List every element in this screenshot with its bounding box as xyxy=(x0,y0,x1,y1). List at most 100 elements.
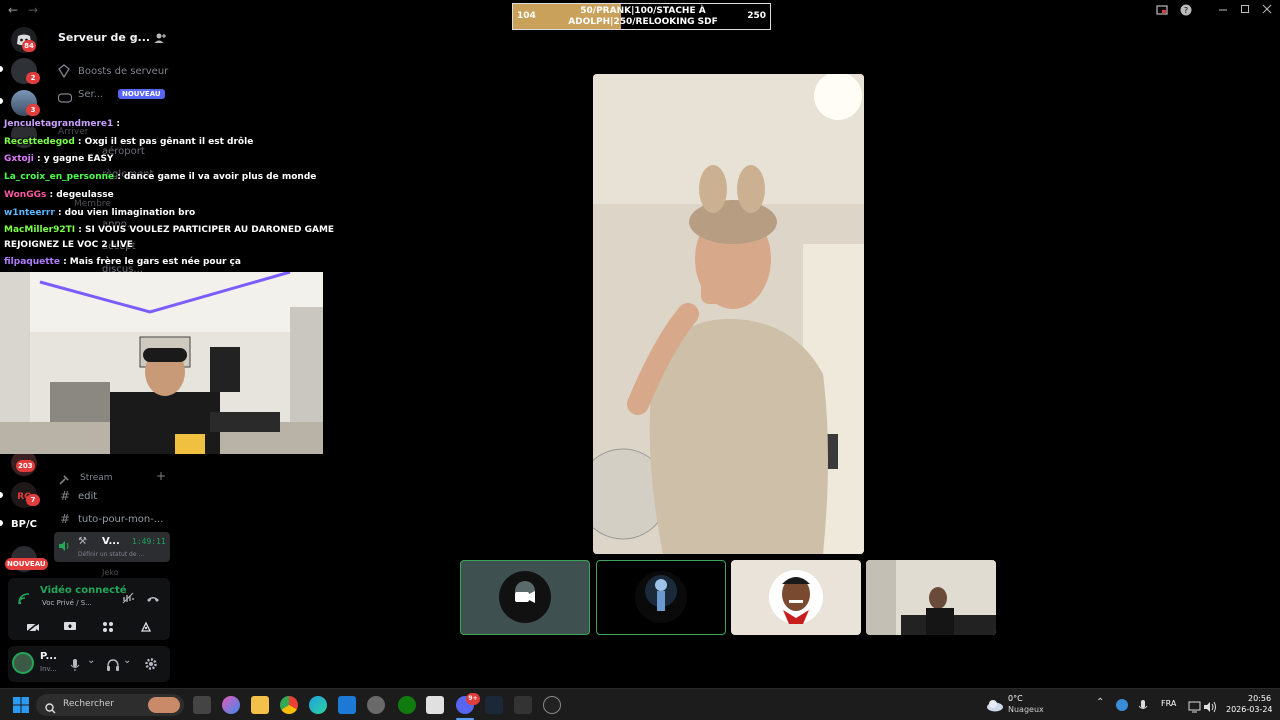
tray-app-icon[interactable] xyxy=(1116,699,1128,711)
help-icon[interactable]: ? xyxy=(1180,4,1192,19)
language-indicator[interactable]: FRA xyxy=(1161,699,1176,708)
screen-share-icon[interactable] xyxy=(1156,4,1168,19)
channel-tuto[interactable]: tuto-pour-mon-... xyxy=(78,514,163,525)
voice-location[interactable]: Voc Privé / S... xyxy=(42,599,92,607)
chat-text: : y gagne EASY xyxy=(33,154,114,164)
chat-message: Recettedegod : Oxgi il est pas gênant il… xyxy=(4,137,253,147)
task-view-icon[interactable] xyxy=(193,696,211,714)
hammer-icon xyxy=(58,471,70,490)
server-shop-link[interactable]: Ser... xyxy=(78,89,103,100)
chat-text: : SI VOUS VOULEZ PARTICIPER AU DARONED G… xyxy=(75,225,335,235)
close-button[interactable] xyxy=(1262,4,1272,17)
voice-channel-item[interactable]: ⚒ V... 1:49:11 Définir un statut de ... xyxy=(54,532,170,562)
username: P... xyxy=(40,651,57,662)
chat-username: Gxtoji xyxy=(4,154,34,164)
chevron-down-icon[interactable]: ⌄ xyxy=(87,655,95,666)
gamepad-icon xyxy=(57,88,73,107)
voice-timer: 1:49:11 xyxy=(132,537,166,546)
chat-username: Jenculetagrandmere1 xyxy=(4,119,114,129)
app-icon[interactable] xyxy=(514,696,532,714)
svg-text:?: ? xyxy=(1184,6,1188,15)
goal-end-value: 250 xyxy=(747,11,766,21)
microphone-tray-icon[interactable] xyxy=(1138,698,1148,717)
unread-pill xyxy=(0,520,3,526)
disconnect-icon[interactable] xyxy=(146,589,160,608)
back-button[interactable]: ← xyxy=(8,3,18,17)
chat-text: REJOIGNEZ LE VOC 2 LIVE xyxy=(4,240,133,250)
add-channel-icon[interactable]: + xyxy=(156,469,166,483)
boost-icon xyxy=(58,63,70,82)
gear-icon[interactable] xyxy=(144,656,158,675)
microphone-icon[interactable] xyxy=(70,657,80,676)
chat-username: MacMiller92TI xyxy=(4,225,76,235)
chat-message: Gxtoji : y gagne EASY xyxy=(4,154,113,164)
mail-icon[interactable] xyxy=(338,696,356,714)
forward-button[interactable]: → xyxy=(28,3,38,17)
voice-member[interactable]: Jeko xyxy=(102,568,119,577)
chat-message: MacMiller92TI : SI VOUS VOULEZ PARTICIPE… xyxy=(4,225,334,235)
settings-icon[interactable] xyxy=(367,696,385,714)
server-header[interactable]: Serveur de g... ⌄ xyxy=(48,22,176,54)
streamer-webcam xyxy=(0,272,323,454)
hashtag-icon: # xyxy=(60,489,71,503)
donation-goal-bar: 104 50/PRANK|100/STACHE À ADOLPH|250/REL… xyxy=(512,3,771,30)
chat-username: w1nteerrr xyxy=(4,208,55,218)
voice-connected-label: Vidéo connecté xyxy=(40,585,127,596)
unread-pill xyxy=(0,492,3,498)
noise-suppression-icon[interactable] xyxy=(122,589,134,608)
unread-pill xyxy=(0,98,3,104)
participant-tile-3[interactable] xyxy=(731,560,861,635)
clock-time[interactable]: 20:56 xyxy=(1248,694,1271,703)
unread-pill xyxy=(0,66,3,72)
obs-icon[interactable] xyxy=(543,696,561,714)
activities-icon[interactable] xyxy=(102,618,114,637)
weather-temp[interactable]: 0°C xyxy=(1008,694,1023,703)
clock-date[interactable]: 2026-03-24 xyxy=(1226,705,1273,714)
chat-username: La_croix_en_personne xyxy=(4,172,115,182)
steam-icon[interactable] xyxy=(485,696,503,714)
voice-connection-panel: Vidéo connecté Voc Privé / S... xyxy=(8,578,170,640)
user-status: Inv... xyxy=(40,665,57,673)
server-boosts-link[interactable]: Boosts de serveur xyxy=(78,66,168,77)
chrome-icon[interactable] xyxy=(280,696,298,714)
server-icon-bpc[interactable]: BP/C xyxy=(11,512,37,538)
camera-off-icon[interactable] xyxy=(26,618,40,637)
server-badge: 2 xyxy=(26,72,40,84)
avatar[interactable] xyxy=(12,652,34,674)
headphones-icon[interactable] xyxy=(106,657,120,676)
copilot-icon[interactable] xyxy=(222,696,240,714)
chevron-up-icon[interactable]: ⌃ xyxy=(1096,697,1104,708)
category-stream[interactable]: Stream xyxy=(80,473,113,483)
main-video-stream[interactable] xyxy=(593,74,864,554)
windows-start-icon[interactable] xyxy=(13,697,29,717)
chevron-down-icon[interactable]: ⌄ xyxy=(123,655,131,666)
soundboard-icon[interactable] xyxy=(140,618,152,637)
weather-desc[interactable]: Nuageux xyxy=(1008,705,1044,714)
channel-edit[interactable]: edit xyxy=(78,491,97,502)
invite-member-icon[interactable] xyxy=(153,30,167,49)
server-badge: 7 xyxy=(26,494,40,506)
file-explorer-icon[interactable] xyxy=(251,696,269,714)
chat-text: : dou vien limagination bro xyxy=(54,208,196,218)
participant-tile-4[interactable] xyxy=(866,560,996,635)
edge-icon[interactable] xyxy=(309,696,327,714)
chat-username: WonGGs xyxy=(4,190,47,200)
nouveau-badge: NOUVEAU xyxy=(5,558,48,570)
participant-tile-1[interactable] xyxy=(460,560,590,635)
taskbar-search[interactable]: Rechercher xyxy=(36,694,184,716)
screen-share-icon[interactable] xyxy=(63,618,77,637)
volume-icon[interactable] xyxy=(1203,698,1217,717)
chat-message: WonGGs : degeulasse xyxy=(4,190,114,200)
minimize-button[interactable] xyxy=(1218,4,1228,17)
voice-status[interactable]: Définir un statut de ... xyxy=(78,551,144,558)
display-icon[interactable] xyxy=(1188,698,1201,717)
chevron-down-icon: ⌄ xyxy=(131,31,140,42)
xbox-icon[interactable] xyxy=(398,696,416,714)
store-icon[interactable] xyxy=(426,696,444,714)
search-icon xyxy=(45,699,56,718)
cloud-icon xyxy=(986,697,1004,716)
participant-tile-2[interactable] xyxy=(596,560,726,635)
discord-taskbar-badge: 9+ xyxy=(466,693,480,705)
home-badge: 84 xyxy=(22,40,36,52)
maximize-button[interactable] xyxy=(1240,4,1250,17)
